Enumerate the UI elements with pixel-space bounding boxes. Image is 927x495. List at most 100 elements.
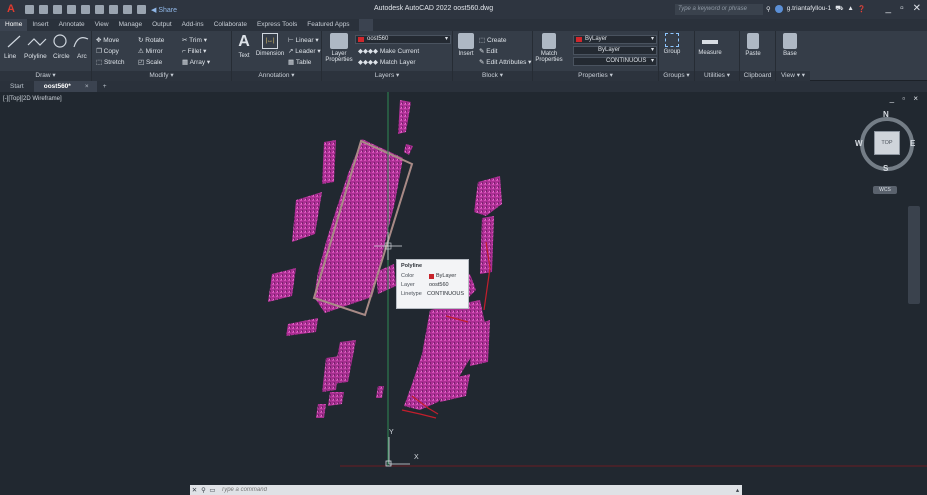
- fillet-button[interactable]: ⌐ Fillet ▾: [182, 47, 206, 55]
- mirror-button[interactable]: ⚠ Mirror: [138, 47, 163, 55]
- wcs-menu[interactable]: WCS: [873, 186, 897, 194]
- line-button[interactable]: Line: [4, 53, 16, 60]
- rotate-button[interactable]: ↻ Rotate: [138, 36, 164, 44]
- utilities-panel-title[interactable]: Utilities ▾: [695, 71, 739, 81]
- clipboard-panel-title[interactable]: Clipboard: [740, 71, 775, 81]
- group-button[interactable]: Group: [661, 33, 683, 55]
- cart-icon[interactable]: ⛟: [835, 4, 843, 13]
- move-button[interactable]: ✥ Move: [96, 36, 119, 44]
- edit-block-button[interactable]: ✎ Edit: [479, 47, 497, 55]
- start-tab[interactable]: Start: [0, 81, 34, 92]
- copy-button[interactable]: ❐ Copy: [96, 47, 119, 55]
- ribbon-options-button[interactable]: [358, 19, 373, 31]
- drawing-viewport[interactable]: [-][Top][2D Wireframe] _ ▫ × N S E W TOP…: [0, 92, 927, 483]
- polyline-button[interactable]: Polyline: [24, 53, 47, 60]
- viewcube-west[interactable]: W: [855, 139, 863, 148]
- command-input[interactable]: [217, 486, 733, 494]
- draw-panel-title[interactable]: Draw ▾: [0, 71, 91, 81]
- mobile-icon[interactable]: [95, 5, 104, 14]
- tab-view[interactable]: View: [90, 19, 114, 31]
- viewcube-east[interactable]: E: [910, 139, 915, 148]
- web-icon[interactable]: [81, 5, 90, 14]
- arc-button[interactable]: Arc: [77, 53, 87, 60]
- viewcube-north[interactable]: N: [883, 110, 889, 119]
- circle-button[interactable]: Circle: [53, 53, 70, 60]
- new-tab-button[interactable]: +: [97, 81, 113, 92]
- trim-button[interactable]: ✂ Trim ▾: [182, 36, 207, 44]
- dimension-button[interactable]: |↔| Dimension: [254, 33, 286, 57]
- close-icon[interactable]: ✕: [913, 3, 921, 14]
- insert-button[interactable]: Insert: [455, 33, 477, 57]
- new-icon[interactable]: [25, 5, 34, 14]
- linetype-dropdown[interactable]: CONTINUOUS ▾: [573, 57, 657, 66]
- share-button[interactable]: ◀ Share: [151, 6, 177, 14]
- annotation-panel-title[interactable]: Annotation ▾: [232, 71, 321, 81]
- properties-panel-title[interactable]: Properties ▾: [533, 71, 658, 81]
- tooltip-title: Polyline: [401, 263, 423, 269]
- view-panel-title[interactable]: View ▾ ▾: [776, 71, 810, 81]
- customize-icon[interactable]: ⚲: [199, 486, 208, 495]
- array-button[interactable]: ▦ Array ▾: [182, 58, 210, 66]
- tab-collaborate[interactable]: Collaborate: [209, 19, 252, 31]
- block-panel-title[interactable]: Block ▾: [453, 71, 532, 81]
- match-properties-button[interactable]: Match Properties: [535, 33, 563, 63]
- saveas-icon[interactable]: [67, 5, 76, 14]
- viewcube-south[interactable]: S: [883, 164, 888, 173]
- make-current-button[interactable]: ◆◆◆◆ Make Current: [358, 47, 419, 55]
- lineweight-dropdown[interactable]: ByLayer ▾: [573, 46, 657, 55]
- a360-icon[interactable]: ▲: [847, 5, 853, 12]
- open-icon[interactable]: [39, 5, 48, 14]
- title-bar: A ◀ Share Autodesk AutoCAD 2022 oost560.…: [0, 0, 927, 19]
- search-input[interactable]: Type a keyword or phrase: [675, 4, 763, 15]
- circle-icon: [53, 34, 67, 48]
- view-panel: Base View ▾ ▾: [776, 31, 810, 81]
- match-properties-icon: [542, 33, 556, 49]
- undo-icon[interactable]: [123, 5, 132, 14]
- tab-featured-apps[interactable]: Featured Apps: [302, 19, 354, 31]
- leader-button[interactable]: ↗ Leader ▾: [288, 47, 321, 55]
- stretch-button[interactable]: ⬚ Stretch: [96, 58, 125, 66]
- tab-output[interactable]: Output: [147, 19, 177, 31]
- tab-addins[interactable]: Add-ins: [177, 19, 209, 31]
- plot-icon[interactable]: [109, 5, 118, 14]
- layer-dropdown[interactable]: oost560 ▾: [355, 35, 451, 44]
- navigation-bar[interactable]: [908, 206, 920, 304]
- ribbon-tabs: Home Insert Annotate View Manage Output …: [0, 19, 927, 31]
- viewcube-top-face[interactable]: TOP: [874, 131, 900, 155]
- close-tab-icon[interactable]: ×: [85, 83, 89, 90]
- recent-commands-icon[interactable]: ▭: [208, 486, 217, 495]
- table-button[interactable]: ▦ Table: [288, 58, 311, 66]
- linear-button[interactable]: ⊢ Linear ▾: [288, 36, 319, 44]
- text-button[interactable]: A Text: [235, 33, 253, 59]
- user-menu[interactable]: ⚲ g.triantafyllou-1 ⛟ ▲ ❓: [766, 4, 866, 13]
- tab-home[interactable]: Home: [0, 19, 28, 31]
- expand-icon[interactable]: ▴: [733, 486, 742, 495]
- minimize-icon[interactable]: _: [886, 3, 892, 14]
- measure-button[interactable]: Measure: [697, 33, 723, 56]
- layers-panel-title[interactable]: Layers ▾: [322, 71, 452, 81]
- modify-panel-title[interactable]: Modify ▾: [92, 71, 231, 81]
- utilities-panel: Measure Utilities ▾: [695, 31, 740, 81]
- tab-insert[interactable]: Insert: [27, 19, 53, 31]
- edit-attributes-button[interactable]: ✎ Edit Attributes ▾: [479, 58, 531, 66]
- tab-manage[interactable]: Manage: [114, 19, 148, 31]
- save-icon[interactable]: [53, 5, 62, 14]
- groups-panel-title[interactable]: Groups ▾: [659, 71, 694, 81]
- help-icon[interactable]: ❓: [858, 5, 866, 13]
- maximize-icon[interactable]: ▫: [900, 3, 904, 14]
- redo-icon[interactable]: [137, 5, 146, 14]
- search-icon[interactable]: ⚲: [766, 5, 771, 13]
- tab-annotate[interactable]: Annotate: [54, 19, 90, 31]
- window-title: Autodesk AutoCAD 2022 oost560.dwg: [374, 5, 494, 12]
- layer-properties-button[interactable]: Layer Properties: [324, 33, 354, 63]
- base-view-button[interactable]: Base: [779, 33, 801, 57]
- app-menu-icon[interactable]: A: [3, 2, 19, 17]
- color-dropdown[interactable]: ByLayer ▾: [573, 35, 657, 44]
- close-icon[interactable]: ✕: [190, 486, 199, 495]
- paste-button[interactable]: Paste: [743, 33, 763, 57]
- create-block-button[interactable]: ⬚ Create: [479, 36, 506, 44]
- scale-button[interactable]: ◰ Scale: [138, 58, 162, 66]
- match-layer-button[interactable]: ◆◆◆◆ Match Layer: [358, 58, 416, 66]
- drawing-tab-oost560[interactable]: oost560* ×: [33, 81, 97, 92]
- tab-express-tools[interactable]: Express Tools: [252, 19, 302, 31]
